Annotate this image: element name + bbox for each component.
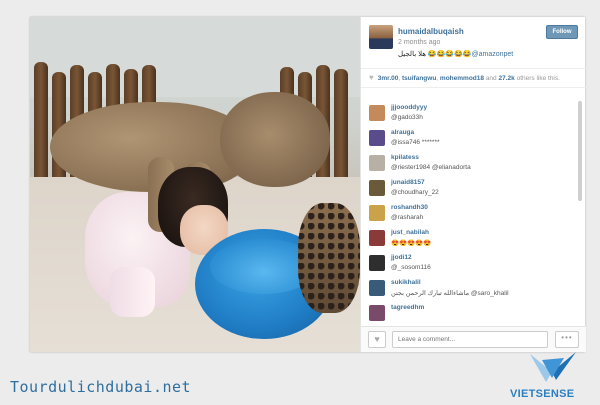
photo-fence-post xyxy=(334,69,348,181)
commenter-username[interactable]: roshandh30 xyxy=(391,204,428,211)
likes-suffix: others like this. xyxy=(516,75,560,82)
vietsense-brand: VIETSENSE xyxy=(510,388,575,400)
commenter-avatar[interactable] xyxy=(369,280,385,296)
liker-username[interactable]: mohemmod18 xyxy=(440,75,484,82)
comment-text: @_sosom116 xyxy=(391,264,431,271)
comment-item: kpilatess @riester1984 @elianadorta xyxy=(361,151,576,176)
post-footer: ♥ ••• xyxy=(361,326,586,352)
comment-text: @rasharah xyxy=(391,214,424,221)
comment-item: just_nabilah 😍😍😍😍😍 xyxy=(361,226,576,251)
follow-button[interactable]: Follow xyxy=(546,25,578,39)
commenter-username[interactable]: kpilatess xyxy=(391,154,419,161)
commenter-username[interactable]: jjjoooddyyy xyxy=(391,104,427,111)
commenter-username[interactable]: tagreedhm xyxy=(391,304,424,311)
comment-text: ماشاءالله تبارك الرحمن بجنن @saro_khalil xyxy=(391,290,509,297)
author-avatar[interactable] xyxy=(369,25,393,49)
comment-item: alrauga @issa746 ******* xyxy=(361,126,576,151)
likes-count[interactable]: 27.2k xyxy=(498,75,514,82)
site-watermark: Tourdulichdubai.net xyxy=(10,378,192,396)
photo-girl-leg xyxy=(110,267,155,317)
commenter-username[interactable]: just_nabilah xyxy=(391,229,429,236)
comment-text: @choudhary_22 xyxy=(391,189,439,196)
comment-item: junaid8157 @choudhary_22 xyxy=(361,176,576,201)
post-caption: هلا بالجيل 😂😂😂😂😂@amazonpet xyxy=(398,50,513,58)
commenter-avatar[interactable] xyxy=(369,105,385,121)
commenter-avatar[interactable] xyxy=(369,130,385,146)
vietsense-logo-icon xyxy=(530,352,576,382)
comment-item: sukikhalil ماشاءالله تبارك الرحمن بجنن @s… xyxy=(361,276,576,301)
likes-and: and xyxy=(485,75,497,82)
caption-emoji: 😂😂😂😂😂 xyxy=(427,51,473,58)
comment-item: roshandh30 @rasharah xyxy=(361,201,576,226)
photo-leopard-cub xyxy=(298,203,360,313)
comment-item: jjjoooddyyy @gado33h xyxy=(361,101,576,126)
instagram-post-card: humaidalbuqaish Follow 2 months ago هلا … xyxy=(30,17,586,352)
heart-icon: ♥ xyxy=(374,334,380,344)
heart-icon: ♥ xyxy=(369,73,374,82)
caption-text: هلا بالجيل xyxy=(398,51,426,58)
likes-summary: ♥ 3mr.00, tsuifangwu, mohemmod18 and 27.2… xyxy=(361,68,586,88)
post-time-ago: 2 months ago xyxy=(398,39,441,46)
comment-text: @riester1984 @elianadorta xyxy=(391,164,471,171)
commenter-avatar[interactable] xyxy=(369,155,385,171)
comment-input[interactable] xyxy=(392,331,548,348)
comments-scrollbar[interactable] xyxy=(578,101,582,201)
author-username[interactable]: humaidalbuqaish xyxy=(398,27,464,36)
commenter-avatar[interactable] xyxy=(369,255,385,271)
commenter-username[interactable]: sukikhalil xyxy=(391,279,421,286)
commenter-username[interactable]: jjodi12 xyxy=(391,254,412,261)
more-options-button[interactable]: ••• xyxy=(555,331,579,348)
post-header: humaidalbuqaish Follow 2 months ago هلا … xyxy=(361,17,586,65)
caption-mention[interactable]: @amazonpet xyxy=(472,51,514,58)
liker-username[interactable]: 3mr.00 xyxy=(378,75,399,82)
commenter-username[interactable]: junaid8157 xyxy=(391,179,425,186)
comments-list: jjjoooddyyy @gado33h alrauga @issa746 *****… xyxy=(361,101,576,323)
commenter-avatar[interactable] xyxy=(369,180,385,196)
commenter-avatar[interactable] xyxy=(369,305,385,321)
comment-item: jjodi12 @_sosom116 xyxy=(361,251,576,276)
commenter-username[interactable]: alrauga xyxy=(391,129,414,136)
photo-lion-cub-head xyxy=(220,92,330,187)
comment-text: @issa746 ******* xyxy=(391,139,440,146)
commenter-avatar[interactable] xyxy=(369,230,385,246)
comment-text: @gado33h xyxy=(391,114,423,121)
comment-item: tagreedhm xyxy=(361,301,576,323)
commenter-avatar[interactable] xyxy=(369,205,385,221)
comment-text: 😍😍😍😍😍 xyxy=(391,240,432,247)
liker-username[interactable]: tsuifangwu xyxy=(402,75,436,82)
like-button[interactable]: ♥ xyxy=(368,331,386,348)
post-side-panel: humaidalbuqaish Follow 2 months ago هلا … xyxy=(360,17,586,352)
post-photo[interactable] xyxy=(30,17,360,352)
photo-fence-post xyxy=(34,62,48,182)
